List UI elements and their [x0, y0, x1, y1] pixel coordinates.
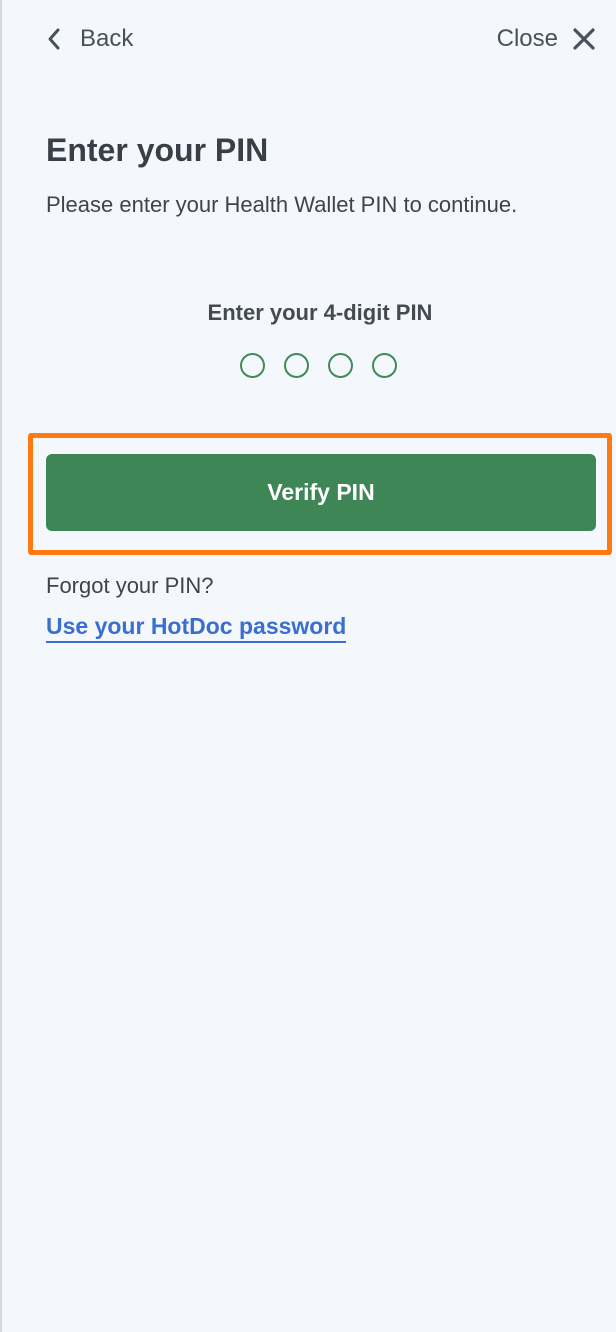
close-label: Close — [496, 25, 558, 52]
close-icon — [573, 28, 595, 50]
use-password-link[interactable]: Use your HotDoc password — [46, 613, 347, 643]
top-bar: Back Close — [0, 0, 616, 80]
pin-input[interactable] — [240, 353, 397, 381]
page-title: Enter your PIN — [46, 132, 269, 168]
pin-label: Enter your 4-digit PIN — [207, 300, 433, 325]
back-label: Back — [80, 25, 134, 52]
page-subtitle: Please enter your Health Wallet PIN to c… — [46, 192, 518, 217]
pin-digit-indicator-2 — [284, 353, 309, 378]
close-button[interactable]: Close — [497, 22, 596, 56]
pin-digit-indicator-4 — [372, 353, 397, 378]
left-edge-divider — [0, 0, 2, 1332]
pin-digit-indicator-3 — [328, 353, 353, 378]
back-button[interactable]: Back — [46, 22, 133, 56]
pin-digit-indicator-1 — [240, 353, 265, 378]
verify-pin-button[interactable]: Verify PIN — [46, 454, 596, 531]
forgot-pin-text: Forgot your PIN? — [46, 573, 214, 598]
chevron-left-icon — [48, 28, 60, 50]
